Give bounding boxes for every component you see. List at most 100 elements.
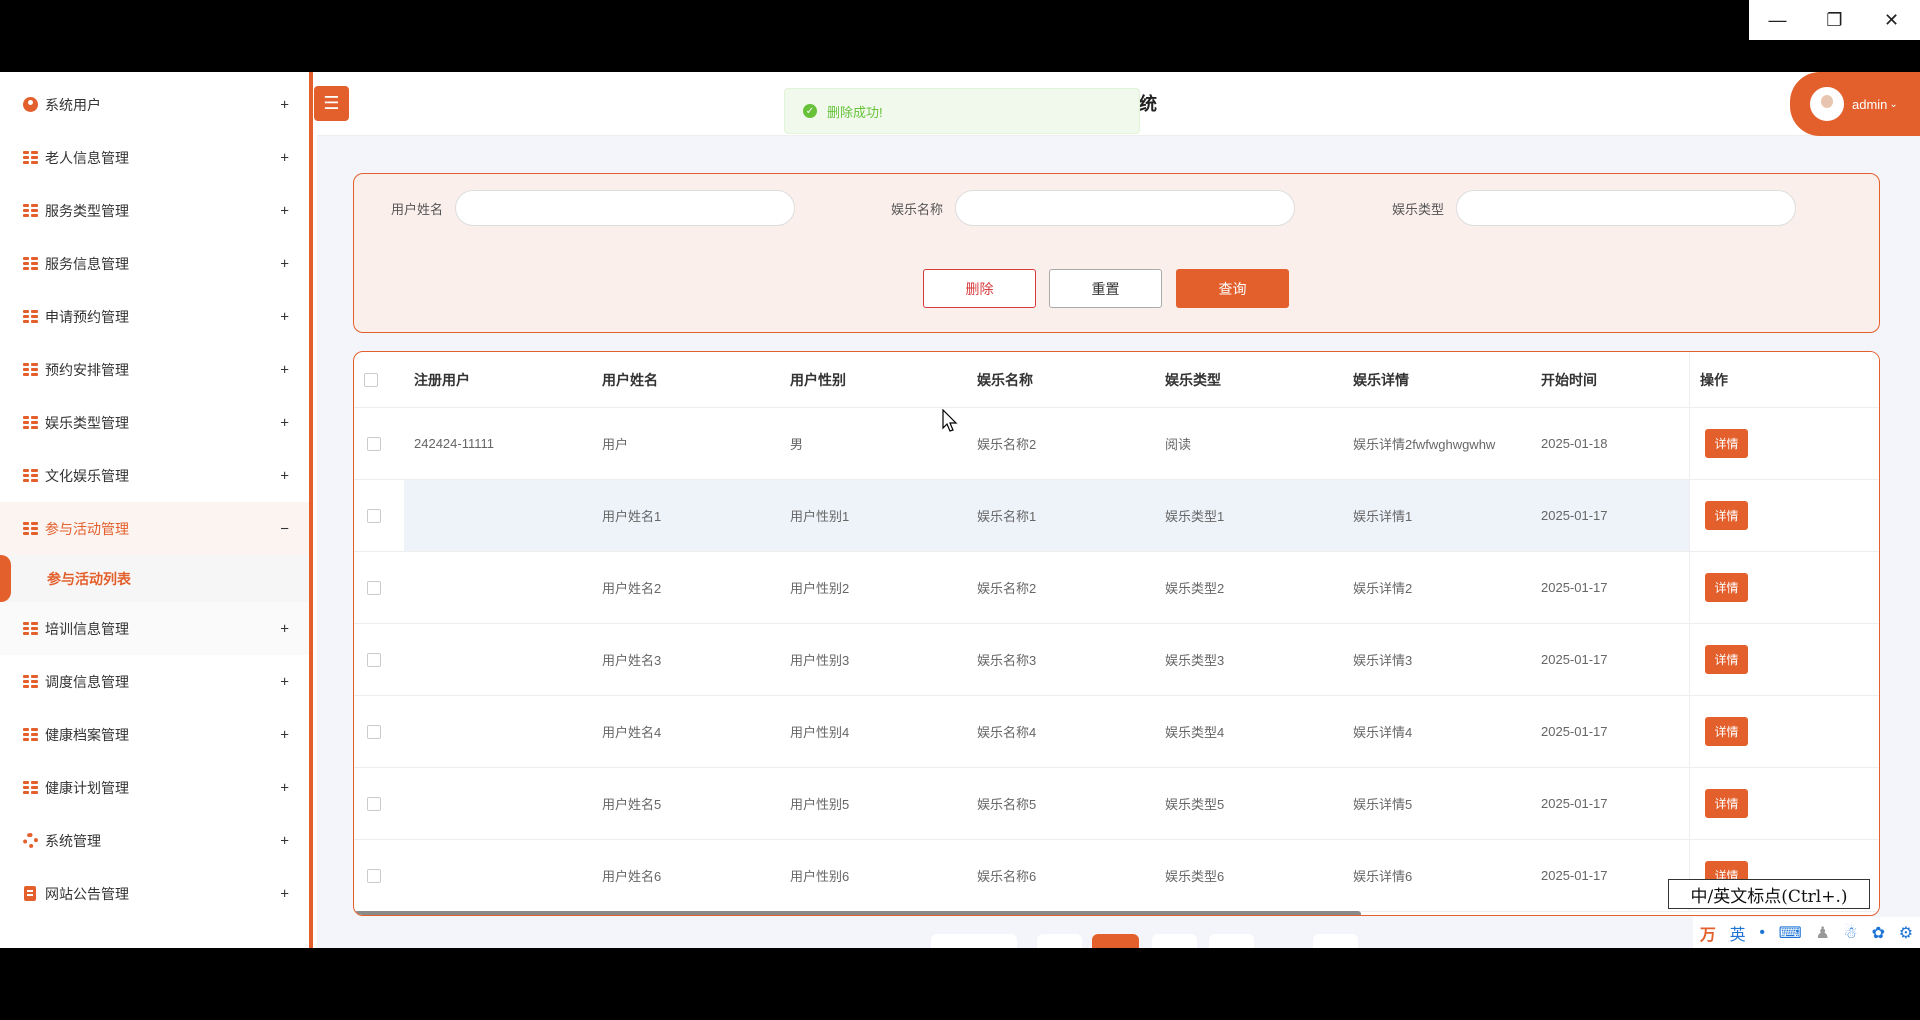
table-row[interactable]: 用户姓名4 用户性别4 娱乐名称4 娱乐类型4 娱乐详情4 2025-01-17 详情: [354, 696, 1879, 768]
grid-icon: [22, 780, 38, 796]
table-cell: 242424-11111: [414, 436, 494, 451]
minimize-icon[interactable]: —: [1749, 0, 1806, 40]
sidebar-item-label: 系统用户: [45, 96, 101, 113]
table-cell: 用户姓名4: [602, 725, 662, 740]
sidebar-item[interactable]: 文化娱乐管理 +: [0, 449, 309, 502]
detail-button[interactable]: 详情: [1705, 429, 1748, 458]
skin-icon[interactable]: ☃: [1844, 923, 1858, 943]
sidebar-item[interactable]: 培训信息管理 +: [0, 602, 309, 655]
sidebar-item[interactable]: 参与活动管理 −: [0, 502, 309, 555]
sidebar-item[interactable]: 系统用户 +: [0, 78, 309, 131]
row-select-cell: [367, 408, 381, 479]
expand-icon[interactable]: +: [280, 673, 289, 690]
sidebar-item[interactable]: 网站公告管理 +: [0, 867, 309, 920]
success-toast: ✓ 删除成功!: [784, 88, 1140, 134]
collapse-icon[interactable]: −: [280, 520, 289, 537]
row-checkbox[interactable]: [367, 796, 381, 811]
sidebar-item[interactable]: 老人信息管理 +: [0, 131, 309, 184]
pager-next[interactable]: [1313, 934, 1358, 948]
window-controls: — ❐ ✕: [1749, 0, 1920, 40]
sidebar-item[interactable]: 申请预约管理 +: [0, 290, 309, 343]
person-icon[interactable]: ♟: [1815, 923, 1829, 943]
detail-button[interactable]: 详情: [1705, 573, 1748, 602]
expand-icon[interactable]: +: [280, 202, 289, 219]
entertainment-type-input[interactable]: [1456, 190, 1797, 226]
field-label: 娱乐名称: [891, 201, 944, 217]
table-row[interactable]: 用户姓名1 用户性别1 娱乐名称1 娱乐类型1 娱乐详情1 2025-01-17 详情: [354, 480, 1879, 552]
keyboard-icon[interactable]: ⌨: [1779, 923, 1802, 943]
expand-icon[interactable]: +: [280, 467, 289, 484]
ime-mode[interactable]: 英: [1730, 921, 1746, 945]
pager-page[interactable]: [1209, 934, 1254, 948]
detail-button[interactable]: 详情: [1705, 789, 1748, 818]
pager-prev[interactable]: [931, 934, 1017, 948]
ime-logo-icon[interactable]: 万: [1700, 921, 1716, 945]
settings-icon[interactable]: ⚙: [1899, 923, 1913, 943]
expand-icon[interactable]: +: [280, 414, 289, 431]
col-header: 用户性别: [790, 371, 846, 388]
table-cell: 2025-01-17: [1541, 508, 1608, 523]
table-cell: 用户性别1: [790, 509, 850, 524]
row-checkbox[interactable]: [367, 868, 381, 883]
username-input[interactable]: [455, 190, 796, 226]
row-checkbox[interactable]: [367, 652, 381, 667]
pager-page[interactable]: [1152, 934, 1197, 948]
expand-icon[interactable]: +: [280, 620, 289, 637]
reset-button[interactable]: 重置: [1049, 269, 1162, 308]
sidebar-item[interactable]: 健康档案管理 +: [0, 708, 309, 761]
row-select-cell: [367, 840, 381, 911]
restore-icon[interactable]: ❐: [1806, 0, 1863, 40]
table-row[interactable]: 用户姓名6 用户性别6 娱乐名称6 娱乐类型6 娱乐详情6 2025-01-17 详情: [354, 840, 1879, 912]
sidebar-item[interactable]: 服务类型管理 +: [0, 184, 309, 237]
sidebar-subitem-activity-list[interactable]: 参与活动列表: [0, 555, 309, 602]
table-cell: 娱乐详情2fwfwghwgwhw: [1353, 437, 1496, 452]
expand-icon[interactable]: +: [280, 885, 289, 902]
grid-icon: [22, 362, 38, 378]
row-checkbox[interactable]: [367, 580, 381, 595]
horizontal-scrollbar[interactable]: [354, 911, 1361, 915]
detail-button[interactable]: 详情: [1705, 501, 1748, 530]
field-username: 用户姓名: [391, 190, 796, 226]
user-menu[interactable]: admin ⌄: [1790, 72, 1920, 136]
table-header: 注册用户 用户姓名 用户性别 娱乐名称 娱乐类型 娱乐详情 开始时间 操作: [354, 352, 1879, 408]
table-row[interactable]: 用户姓名2 用户性别2 娱乐名称2 娱乐类型2 娱乐详情2 2025-01-17 详情: [354, 552, 1879, 624]
sidebar-item[interactable]: 调度信息管理 +: [0, 655, 309, 708]
row-checkbox[interactable]: [367, 436, 381, 451]
expand-icon[interactable]: +: [280, 308, 289, 325]
expand-icon[interactable]: +: [280, 832, 289, 849]
detail-button[interactable]: 详情: [1705, 645, 1748, 674]
detail-button[interactable]: 详情: [1705, 717, 1748, 746]
row-checkbox[interactable]: [367, 508, 381, 523]
delete-button[interactable]: 删除: [923, 269, 1036, 308]
sidebar-item[interactable]: 服务信息管理 +: [0, 237, 309, 290]
expand-icon[interactable]: +: [280, 149, 289, 166]
expand-icon[interactable]: +: [280, 96, 289, 113]
select-all-checkbox[interactable]: [364, 372, 378, 387]
query-button[interactable]: 查询: [1176, 269, 1289, 308]
table-row[interactable]: 用户姓名5 用户性别5 娱乐名称5 娱乐类型5 娱乐详情5 2025-01-17 详情: [354, 768, 1879, 840]
expand-icon[interactable]: +: [280, 361, 289, 378]
sidebar-item-label: 申请预约管理: [45, 308, 129, 325]
row-select-cell: [367, 480, 381, 551]
table-row[interactable]: 242424-11111 用户 男 娱乐名称2 阅读 娱乐详情2fwfwghwgwhw 20…: [354, 408, 1879, 480]
expand-icon[interactable]: +: [280, 726, 289, 743]
expand-icon[interactable]: +: [280, 779, 289, 796]
ime-punct-icon[interactable]: •: [1759, 924, 1765, 942]
sidebar-item[interactable]: 娱乐类型管理 +: [0, 396, 309, 449]
table-cell: 用户: [602, 437, 629, 452]
close-icon[interactable]: ✕: [1863, 0, 1920, 40]
pager-page[interactable]: [1037, 934, 1082, 948]
sidebar-item-label: 健康档案管理: [45, 726, 129, 743]
entertainment-name-input[interactable]: [955, 190, 1296, 226]
table-row[interactable]: 用户姓名3 用户性别3 娱乐名称3 娱乐类型3 娱乐详情3 2025-01-17 详情: [354, 624, 1879, 696]
expand-icon[interactable]: +: [280, 255, 289, 272]
sidebar-item[interactable]: 系统管理 +: [0, 814, 309, 867]
grid-icon: [22, 674, 38, 690]
menu-toggle-icon[interactable]: ☰: [314, 86, 349, 121]
row-checkbox[interactable]: [367, 724, 381, 739]
sidebar-item[interactable]: 预约安排管理 +: [0, 343, 309, 396]
ai-icon[interactable]: ✿: [1872, 923, 1885, 943]
pager-page-active[interactable]: [1092, 934, 1139, 948]
sidebar-item[interactable]: 健康计划管理 +: [0, 761, 309, 814]
table-cell: 娱乐类型4: [1165, 725, 1225, 740]
